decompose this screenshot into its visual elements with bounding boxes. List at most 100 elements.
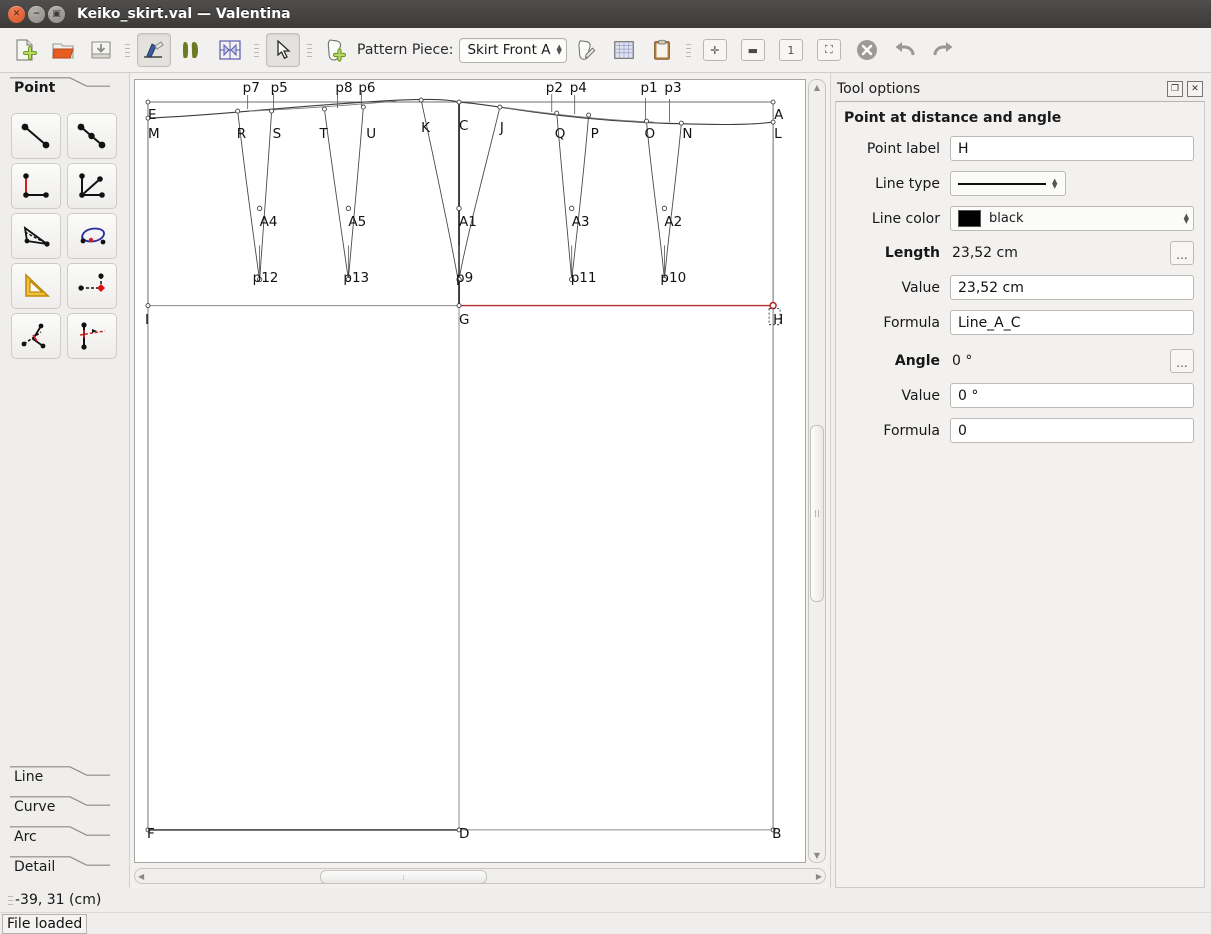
canvas-point-label[interactable]: S — [273, 126, 282, 142]
canvas-point-label[interactable]: p4 — [570, 80, 587, 96]
canvas-point-label[interactable]: p7 — [243, 80, 260, 96]
canvas-point-label[interactable]: M — [148, 126, 160, 142]
tool-point-of-contact[interactable] — [11, 213, 61, 259]
canvas-point-label[interactable]: p6 — [358, 80, 375, 96]
canvas-point-label[interactable]: p10 — [660, 270, 686, 286]
canvas-point-label[interactable]: E — [148, 107, 157, 123]
length-formula-dialog-button[interactable]: ... — [1170, 241, 1194, 265]
redo-button[interactable] — [926, 33, 960, 67]
canvas-point-label[interactable]: p3 — [664, 80, 681, 96]
minimize-icon[interactable]: − — [28, 6, 45, 23]
toolbar-grip-4[interactable] — [685, 37, 692, 63]
undo-button[interactable] — [888, 33, 922, 67]
canvas-point-label[interactable]: U — [366, 126, 376, 142]
zoom-original-button[interactable]: 1 — [774, 33, 808, 67]
scroll-left-arrow-icon[interactable]: ◀ — [138, 872, 144, 881]
tool-point-perpendicular[interactable] — [11, 163, 61, 209]
canvas-point-label[interactable]: N — [682, 126, 692, 142]
canvas-vertical-scrollbar[interactable]: ▲ ▼ — [808, 79, 826, 863]
line-color-select[interactable]: black ▲▼ — [950, 206, 1194, 231]
canvas-point-label[interactable]: R — [237, 126, 246, 142]
sidebar-tab-point[interactable]: Point — [0, 73, 129, 103]
line-type-select[interactable]: ▲▼ — [950, 171, 1066, 196]
vertical-scroll-thumb[interactable] — [810, 425, 824, 602]
canvas-point-label[interactable]: J — [500, 120, 504, 136]
pattern-canvas[interactable]: EMp7p5RSp8p6TUKCJp2p4QPp1p3ONALA4A5A1A3A… — [134, 79, 806, 863]
length-value-input[interactable]: 23,52 cm — [950, 275, 1194, 300]
tool-point-shoulder[interactable] — [11, 313, 61, 359]
canvas-point-label[interactable]: p13 — [343, 270, 369, 286]
tool-line-intersect-axis[interactable] — [67, 163, 117, 209]
canvas-point-label[interactable]: K — [421, 120, 430, 136]
table-of-variables-button[interactable] — [607, 33, 641, 67]
history-button[interactable] — [645, 33, 679, 67]
zoom-in-button[interactable]: ✛ — [698, 33, 732, 67]
tool-point-at-distance-angle[interactable] — [11, 113, 61, 159]
angle-formula-dialog-button[interactable]: ... — [1170, 349, 1194, 373]
add-pattern-piece-button[interactable] — [319, 33, 353, 67]
canvas-point-label[interactable]: O — [644, 126, 655, 142]
tool-point-of-intersection[interactable] — [67, 263, 117, 309]
toolbar-grip-2[interactable] — [253, 37, 260, 63]
canvas-point-label[interactable]: A4 — [260, 214, 278, 230]
canvas-point-label[interactable]: D — [459, 826, 469, 842]
sidebar-tab-arc[interactable]: Arc — [0, 822, 129, 852]
canvas-point-label[interactable]: I — [145, 312, 149, 328]
sidebar-tab-curve[interactable]: Curve — [0, 792, 129, 822]
canvas-point-label[interactable]: Q — [555, 126, 566, 142]
scroll-down-arrow-icon[interactable]: ▼ — [814, 848, 820, 862]
new-pattern-button[interactable] — [8, 33, 42, 67]
zoom-fit-best-button[interactable]: ⛶ — [812, 33, 846, 67]
canvas-point-label[interactable]: L — [774, 126, 782, 142]
pattern-piece-select[interactable]: Skirt Front A ▲▼ — [459, 38, 566, 63]
angle-value-input[interactable]: 0 ° — [950, 383, 1194, 408]
tool-triangle[interactable] — [11, 263, 61, 309]
open-pattern-button[interactable] — [46, 33, 80, 67]
canvas-point-label[interactable]: C — [459, 118, 468, 134]
canvas-point-label[interactable]: p11 — [571, 270, 597, 286]
horizontal-scroll-thumb[interactable] — [320, 870, 487, 884]
canvas-point-label[interactable]: G — [459, 312, 469, 328]
canvas-point-label[interactable]: H — [773, 312, 783, 328]
canvas-point-label[interactable]: p5 — [271, 80, 288, 96]
canvas-point-label[interactable]: B — [772, 826, 781, 842]
float-window-icon[interactable]: ❐ — [1167, 81, 1183, 97]
toolbar-grip[interactable] — [124, 37, 131, 63]
tool-point-intersection-arcs[interactable] — [67, 313, 117, 359]
canvas-point-label[interactable]: A2 — [664, 214, 682, 230]
zoom-out-button[interactable]: ▬ — [736, 33, 770, 67]
layout-mode-button[interactable] — [213, 33, 247, 67]
draw-mode-button[interactable] — [137, 33, 171, 67]
chevron-updown-icon[interactable]: ▲▼ — [1052, 179, 1057, 189]
scroll-right-arrow-icon[interactable]: ▶ — [816, 872, 822, 881]
maximize-icon[interactable]: ▣ — [48, 6, 65, 23]
canvas-point-label[interactable]: A5 — [348, 214, 366, 230]
scroll-up-arrow-icon[interactable]: ▲ — [814, 80, 820, 94]
point-label-input[interactable]: H — [950, 136, 1194, 161]
canvas-point-label[interactable]: T — [319, 126, 327, 142]
stop-tool-button[interactable] — [850, 33, 884, 67]
save-pattern-button[interactable] — [84, 33, 118, 67]
close-panel-icon[interactable]: ✕ — [1187, 81, 1203, 97]
tool-point-along-line[interactable] — [67, 113, 117, 159]
pointer-tool-button[interactable] — [266, 33, 300, 67]
canvas-point-label[interactable]: p12 — [253, 270, 279, 286]
sidebar-tab-line[interactable]: Line — [0, 762, 129, 792]
canvas-point-label[interactable]: p9 — [456, 270, 473, 286]
sidebar-tab-detail[interactable]: Detail — [0, 852, 129, 882]
angle-formula-input[interactable]: 0 — [950, 418, 1194, 443]
canvas-point-label[interactable]: p8 — [335, 80, 352, 96]
statusbar-grip[interactable] — [7, 887, 14, 913]
canvas-point-label[interactable]: F — [147, 826, 155, 842]
canvas-horizontal-scrollbar[interactable]: ◀ ▶ — [134, 868, 826, 884]
edit-pattern-piece-button[interactable] — [569, 33, 603, 67]
canvas-point-label[interactable]: A — [774, 107, 783, 123]
canvas-point-label[interactable]: A3 — [572, 214, 590, 230]
details-mode-button[interactable] — [175, 33, 209, 67]
toolbar-grip-3[interactable] — [306, 37, 313, 63]
canvas-point-label[interactable]: P — [591, 126, 599, 142]
close-icon[interactable]: ✕ — [8, 6, 25, 23]
chevron-updown-icon[interactable]: ▲▼ — [1184, 214, 1189, 224]
canvas-point-label[interactable]: A1 — [459, 214, 477, 230]
canvas-point-label[interactable]: p2 — [546, 80, 563, 96]
